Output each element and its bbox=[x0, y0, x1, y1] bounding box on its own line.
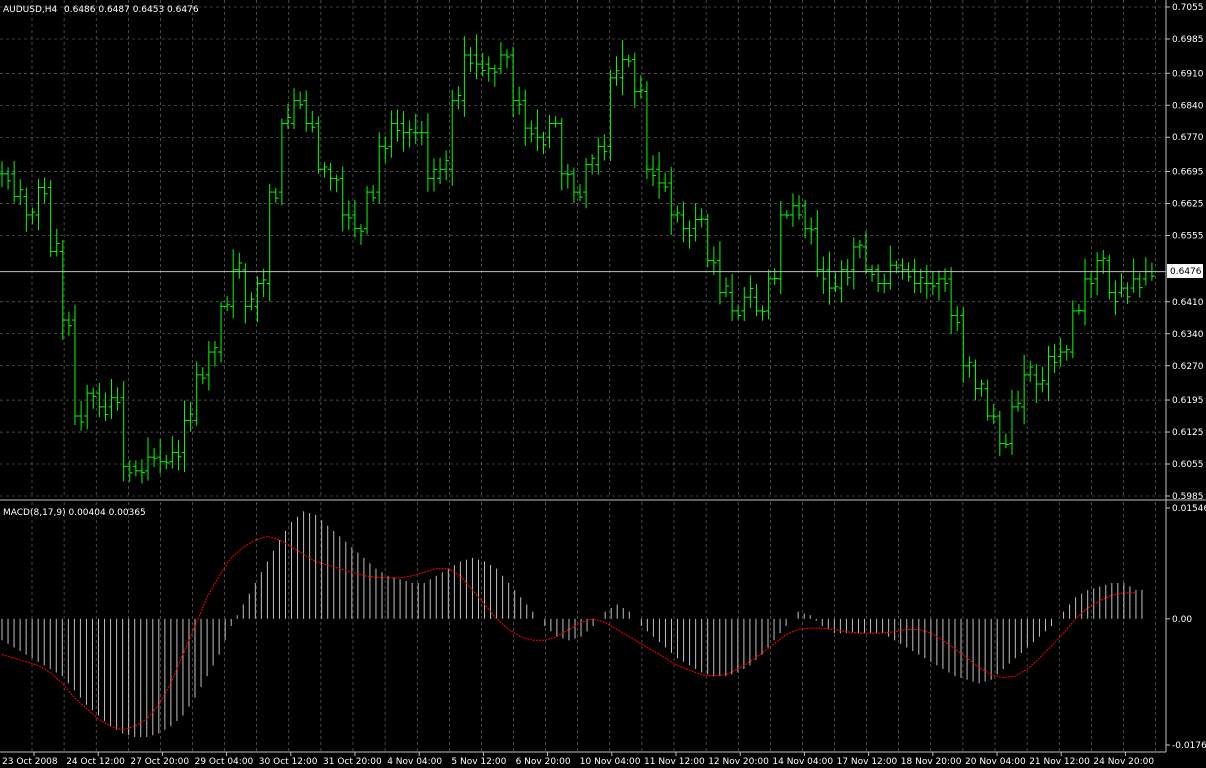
time-tick-label: 31 Oct 20:00 bbox=[323, 757, 382, 767]
time-tick-label: 10 Nov 04:00 bbox=[580, 757, 641, 767]
macd-indicator-label: MACD(8,17,9) 0.00404 0.00365 bbox=[3, 508, 146, 518]
price-tick-label: 0.6195 bbox=[1172, 396, 1204, 406]
time-tick-label: 27 Oct 20:00 bbox=[130, 757, 189, 767]
chart-canvas: 0.7055 0.6985 0.6910 0.6840 0.6770 0.6695 0.66… bbox=[0, 0, 1206, 768]
time-tick-label: 11 Nov 12:00 bbox=[644, 757, 705, 767]
price-tick-label: 0.7055 bbox=[1172, 3, 1204, 13]
time-tick-label: 17 Nov 12:00 bbox=[837, 757, 898, 767]
price-tick-label: 0.6695 bbox=[1172, 168, 1204, 178]
time-tick-label: 6 Nov 20:00 bbox=[516, 757, 571, 767]
time-tick-label: 23 Oct 2008 bbox=[2, 757, 58, 767]
price-tick-label: 0.6625 bbox=[1172, 200, 1204, 210]
time-tick-label: 12 Nov 20:00 bbox=[708, 757, 769, 767]
price-tick-label: 0.6125 bbox=[1172, 428, 1204, 438]
time-tick-label: 5 Nov 12:00 bbox=[451, 757, 506, 767]
price-tick-label: 0.6840 bbox=[1172, 101, 1204, 111]
macd-tick-label: 0.00 bbox=[1172, 615, 1192, 625]
time-tick-label: 4 Nov 04:00 bbox=[387, 757, 442, 767]
price-tick-label: 0.6340 bbox=[1172, 330, 1204, 340]
price-tick-label: 0.6555 bbox=[1172, 232, 1204, 242]
price-tick-label: 0.6910 bbox=[1172, 69, 1204, 79]
price-tick-label: 0.6770 bbox=[1172, 133, 1204, 143]
current-price-value: 0.6476 bbox=[1170, 267, 1202, 277]
price-tick-label: 0.6410 bbox=[1172, 298, 1204, 308]
macd-tick-label: 0.01546 bbox=[1172, 504, 1206, 514]
chart-background bbox=[0, 0, 1206, 768]
time-tick-label: 14 Nov 04:00 bbox=[772, 757, 833, 767]
time-tick-label: 24 Oct 12:00 bbox=[66, 757, 125, 767]
price-tick-label: 0.6985 bbox=[1172, 35, 1204, 45]
time-tick-label: 30 Oct 12:00 bbox=[259, 757, 318, 767]
time-tick-label: 21 Nov 12:00 bbox=[1029, 757, 1090, 767]
macd-tick-label: -0.01761 bbox=[1172, 741, 1206, 751]
time-tick-label: 24 Nov 20:00 bbox=[1093, 757, 1154, 767]
price-tick-label: 0.6270 bbox=[1172, 362, 1204, 372]
symbol-label: AUDUSD,H4 bbox=[3, 5, 58, 15]
price-tick-label: 0.6055 bbox=[1172, 460, 1204, 470]
current-price-badge: 0.6476 bbox=[1167, 264, 1203, 278]
ohlc-quote: 0.6486 0.6487 0.6453 0.6476 bbox=[64, 5, 199, 15]
time-tick-label: 29 Oct 04:00 bbox=[195, 757, 254, 767]
price-tick-label: 0.5985 bbox=[1172, 492, 1204, 502]
time-tick-label: 18 Nov 20:00 bbox=[901, 757, 962, 767]
time-tick-label: 20 Nov 04:00 bbox=[965, 757, 1026, 767]
